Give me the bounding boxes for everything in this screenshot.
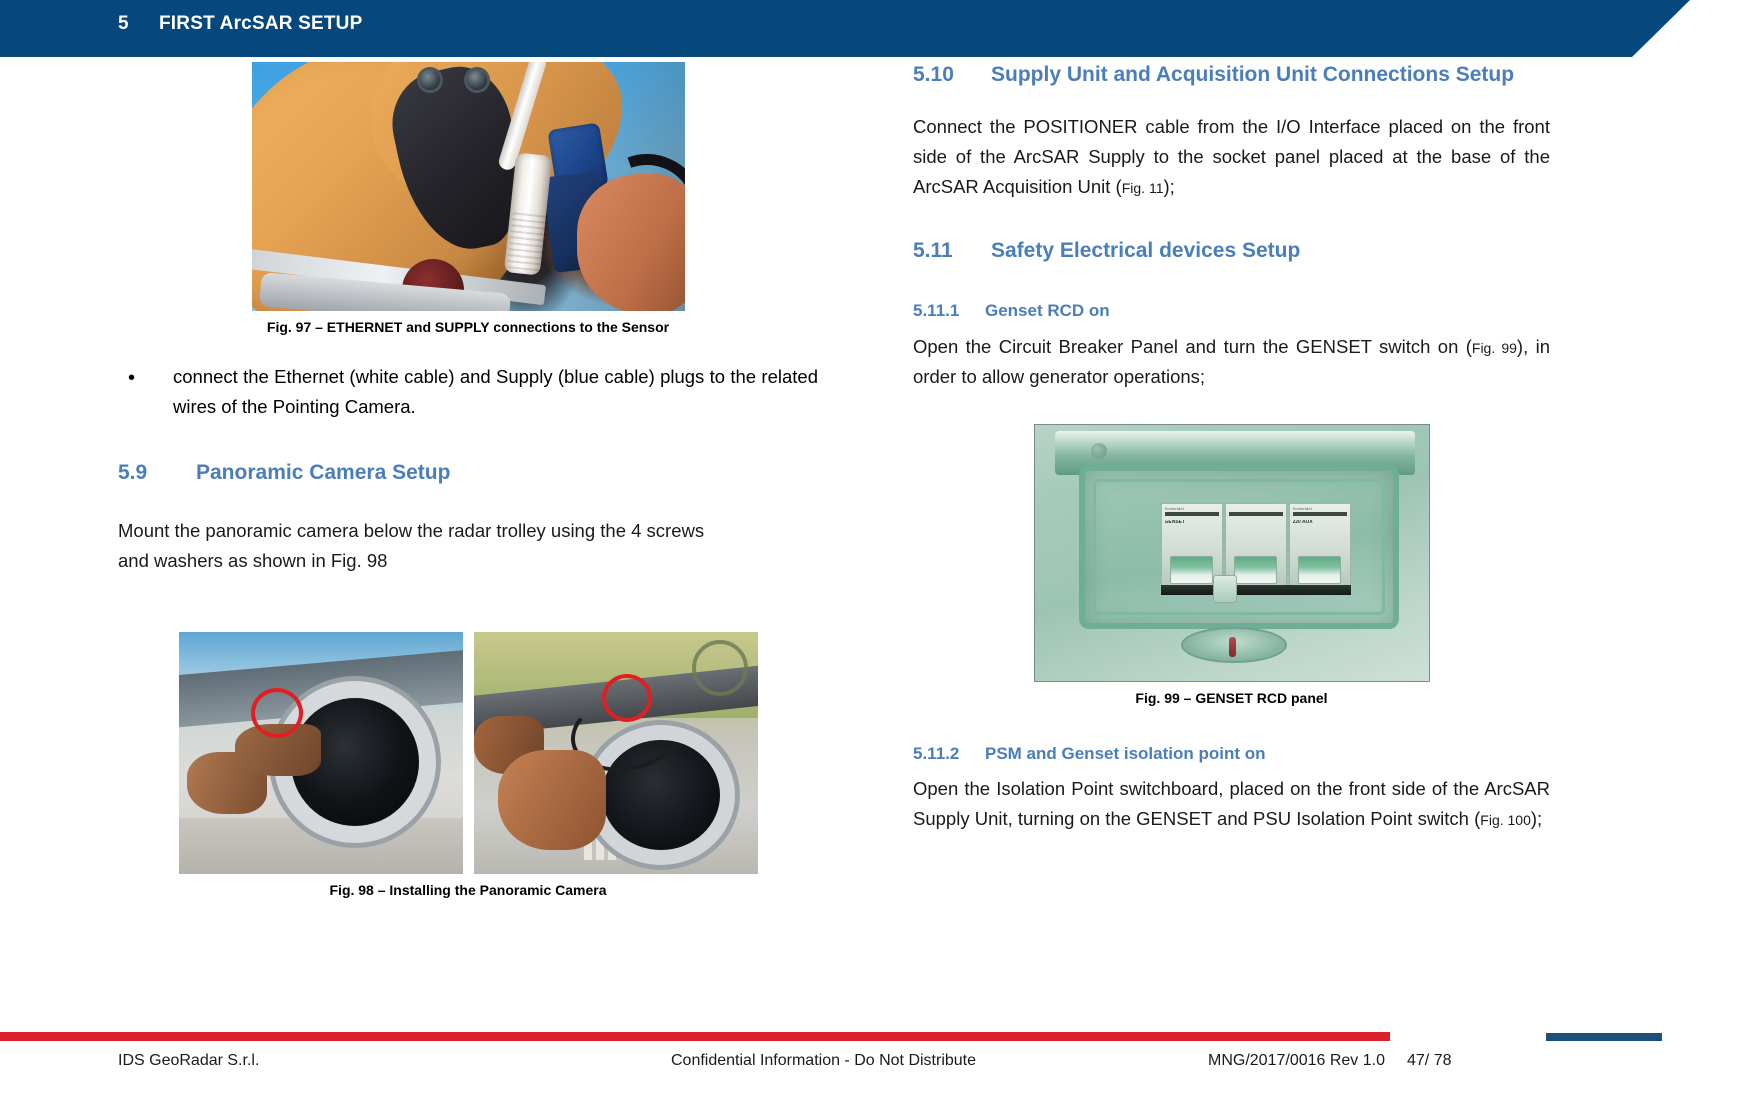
heading-5-11-number: 5.11 <box>913 239 953 263</box>
page-header: 5 FIRST ArcSAR SETUP <box>0 0 1754 57</box>
decor-port-b <box>466 70 487 90</box>
decor-breaker-row: Schneider GENSET Schneider 220 AUX <box>1160 502 1351 589</box>
breaker-lever-2 <box>1233 555 1278 584</box>
breaker-lever-3 <box>1297 555 1342 584</box>
photo-panoramic-camera-mounting-right <box>473 632 758 875</box>
paragraph-5-10-body: Connect the POSITIONER cable from the I/… <box>913 112 1550 202</box>
annotation-circle-left <box>250 688 303 739</box>
heading-5-9-number: 5.9 <box>118 461 148 485</box>
paragraph-5-11-1-body: Open the Circuit Breaker Panel and turn … <box>913 332 1550 392</box>
bullet-marker: • <box>128 367 136 390</box>
breaker-lever-1 <box>1169 555 1214 584</box>
heading-5-11-2-title: PSM and Genset isolation point on <box>985 743 1266 763</box>
decor-breaker-rail <box>1160 584 1351 595</box>
figure-98-photos <box>118 632 818 875</box>
paragraph-5-10-part1: Connect the POSITIONER cable from the I/… <box>913 116 1550 198</box>
bullet-item-ethernet-supply: • connect the Ethernet (white cable) and… <box>118 362 818 422</box>
breaker-label-genset: GENSET <box>1164 519 1186 525</box>
decor-center-knob <box>1212 574 1237 603</box>
annotation-circle-right <box>601 674 652 723</box>
breaker-bar-2 <box>1228 511 1283 516</box>
heading-5-10-number: 5.10 <box>913 63 954 86</box>
figure-97: Fig. 97 – ETHERNET and SUPPLY connection… <box>118 62 818 336</box>
heading-5-10: 5.10 Supply Unit and Acquisition Unit Con… <box>913 62 1550 88</box>
footer-doc-id: MNG/2017/0016 Rev 1.0 <box>1208 1052 1385 1069</box>
footer-page-number: 47/ 78 <box>1407 1052 1452 1069</box>
paragraph-5-11-2-body: Open the Isolation Point switchboard, pl… <box>913 774 1550 834</box>
heading-5-11-title: Safety Electrical devices Setup <box>991 239 1301 263</box>
breaker-brand-1: Schneider <box>1164 505 1185 511</box>
heading-5-10-title: Supply Unit and Acquisition Unit Connect… <box>991 63 1515 86</box>
figure-reference-11: Fig. 11 <box>1121 180 1164 197</box>
footer-text-row: IDS GeoRadar S.r.l. Confidential Informa… <box>0 1052 1754 1086</box>
footer-blue-rule <box>1546 1033 1662 1041</box>
decor-port-a <box>419 70 440 90</box>
heading-5-9-title: Panoramic Camera Setup <box>196 461 451 485</box>
breaker-label-220-aux: 220 AUX <box>1292 519 1313 525</box>
heading-5-11-1-title: Genset RCD on <box>985 301 1110 321</box>
decor-base-left <box>178 818 463 875</box>
header-title: 5 FIRST ArcSAR SETUP <box>118 13 362 35</box>
paragraph-5-9-body: Mount the panoramic camera below the rad… <box>118 520 705 572</box>
figure-reference-99: Fig. 99 <box>1471 339 1517 356</box>
photo-panoramic-camera-mounting-left <box>178 632 463 875</box>
breaker-brand-3: Schneider <box>1292 505 1313 511</box>
header-chapter-title: FIRST ArcSAR SETUP <box>159 13 363 34</box>
paragraph-5-11-2-part1: Open the Isolation Point switchboard, pl… <box>913 778 1550 829</box>
decor-latch-slot <box>1228 636 1236 657</box>
paragraph-5-11-1-part1: Open the Circuit Breaker Panel and turn … <box>913 335 1472 357</box>
footer-red-rule <box>0 1032 1390 1041</box>
figure-97-caption: Fig. 97 – ETHERNET and SUPPLY connection… <box>266 319 670 335</box>
footer-docinfo: MNG/2017/0016 Rev 1.0 47/ 78 <box>1208 1052 1451 1070</box>
photo-ethernet-supply-connections <box>251 62 685 311</box>
paragraph-5-11-2-part2: ); <box>1530 808 1543 829</box>
decor-hand <box>576 174 685 311</box>
figure-98-caption: Fig. 98 – Installing the Panoramic Camer… <box>329 882 607 899</box>
figure-reference-100: Fig. 100 <box>1480 812 1531 828</box>
decor-panel-screw <box>1090 442 1107 459</box>
decor-roof-circle-right <box>691 640 748 697</box>
heading-5-11-1: 5.11.1 Genset RCD on <box>913 300 1550 321</box>
figure-98: Fig. 98 – Installing the Panoramic Camer… <box>118 632 818 899</box>
figure-99-caption: Fig. 99 – GENSET RCD panel <box>1135 689 1328 706</box>
footer-company: IDS GeoRadar S.r.l. <box>118 1052 260 1069</box>
heading-5-9: 5.9 Panoramic Camera Setup <box>118 460 818 486</box>
bullet-text: connect the Ethernet (white cable) and S… <box>173 366 818 418</box>
breaker-bar-3 <box>1292 511 1347 516</box>
paragraph-5-10-part2: ); <box>1163 176 1175 198</box>
heading-5-11: 5.11 Safety Electrical devices Setup <box>913 238 1550 264</box>
photo-genset-rcd-panel: Schneider GENSET Schneider 220 AUX <box>1033 423 1430 682</box>
left-column: Fig. 97 – ETHERNET and SUPPLY connection… <box>118 62 818 900</box>
heading-5-11-2-number: 5.11.2 <box>913 743 960 763</box>
header-chapter-number: 5 <box>118 13 129 34</box>
decor-hand-right <box>497 750 606 851</box>
breaker-220-aux: Schneider 220 AUX <box>1288 502 1351 589</box>
right-column: 5.10 Supply Unit and Acquisition Unit Con… <box>913 62 1550 834</box>
decor-white-connector-ribs <box>506 210 549 272</box>
footer-confidentiality: Confidential Information - Do Not Distri… <box>671 1052 977 1069</box>
breaker-bar-1 <box>1164 511 1219 516</box>
figure-99: Schneider GENSET Schneider 220 AUX Fig. … <box>913 423 1550 707</box>
heading-5-11-1-number: 5.11.1 <box>913 301 960 321</box>
heading-5-11-2: 5.11.2 PSM and Genset isolation point on <box>913 743 1550 764</box>
page-footer: IDS GeoRadar S.r.l. Confidential Informa… <box>0 1014 1754 1106</box>
